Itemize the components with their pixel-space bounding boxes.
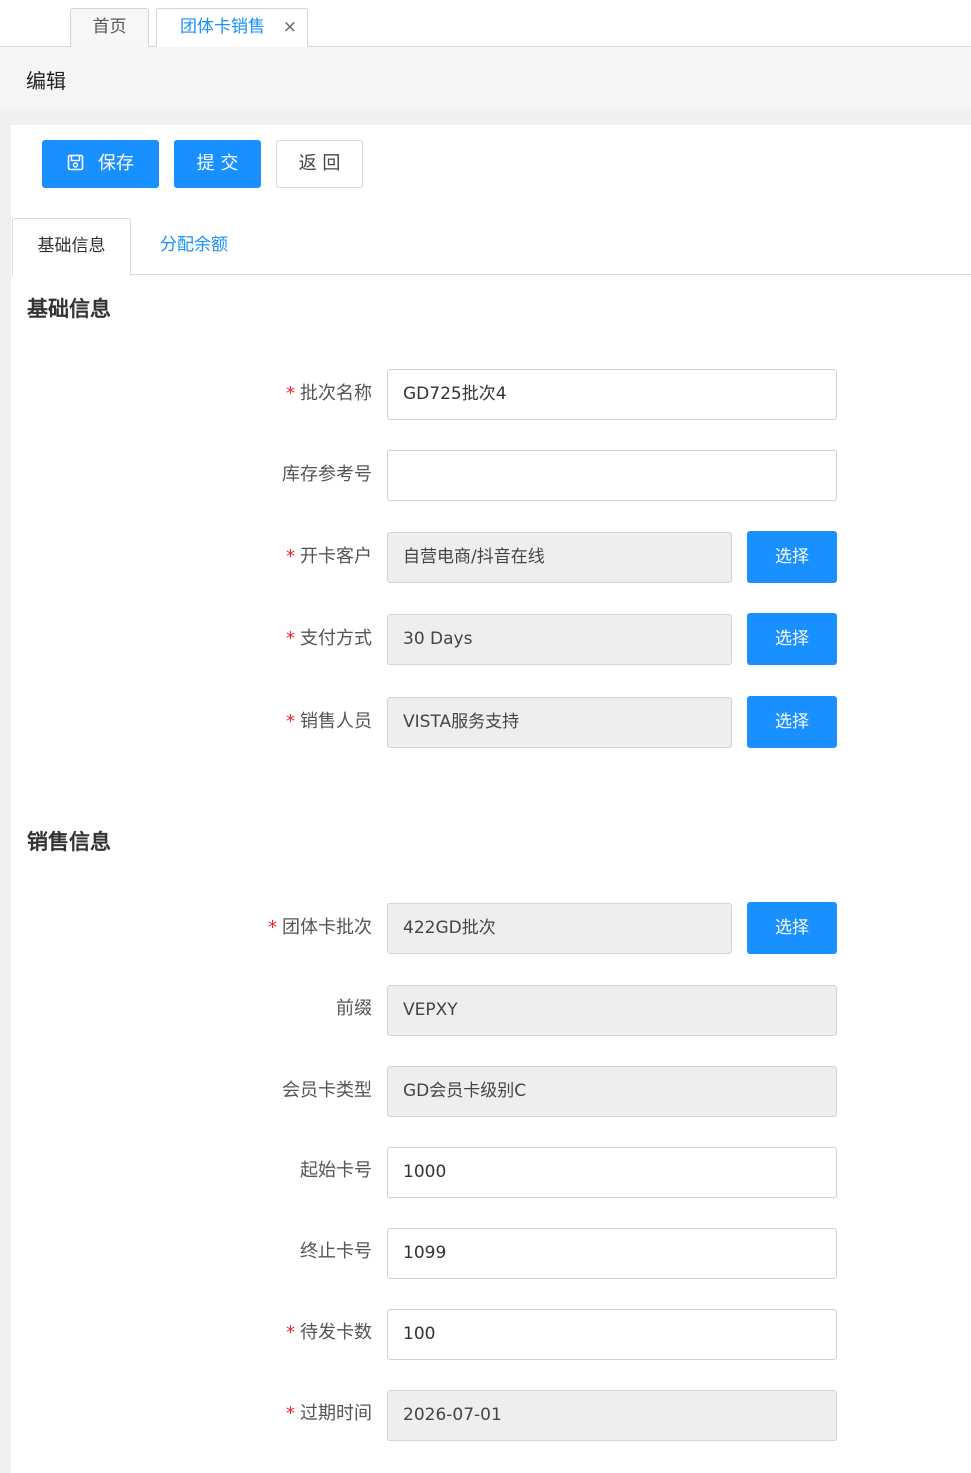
required-mark: * [286, 711, 295, 732]
customer-input: 自营电商/抖音在线 [387, 532, 732, 583]
required-mark: * [286, 383, 295, 404]
pending-count-input[interactable]: 100 [387, 1309, 837, 1360]
salesperson-label: * 销售人员 [286, 711, 372, 732]
header-divider [0, 109, 971, 125]
left-gutter [0, 125, 11, 1473]
submit-button-label: 提 交 [196, 153, 239, 174]
expiry-input: 2026-07-01 [387, 1390, 837, 1441]
end-no-label: 终止卡号 [300, 1241, 372, 1262]
card-type-label: 会员卡类型 [282, 1080, 372, 1101]
back-button[interactable]: 返 回 [276, 140, 363, 188]
card-type-input: GD会员卡级别C [387, 1066, 837, 1117]
tab-home[interactable]: 首页 [70, 8, 149, 47]
tab-group-card-sales[interactable]: 团体卡销售 × [156, 8, 308, 48]
end-no-input[interactable]: 1099 [387, 1228, 837, 1279]
page-header: 编辑 [0, 47, 971, 109]
payment-label: * 支付方式 [286, 628, 372, 649]
save-button[interactable]: 保存 [42, 140, 159, 188]
pending-count-label: * 待发卡数 [286, 1322, 372, 1343]
select-salesperson-button[interactable]: 选择 [747, 696, 837, 748]
page: 首页 团体卡销售 × 编辑 保存 提 交 返 回 基础信息 分配余额 基础信息 … [0, 0, 971, 1473]
batch-name-input[interactable]: GD725批次4 [387, 369, 837, 420]
save-icon [67, 154, 84, 170]
select-customer-button[interactable]: 选择 [747, 531, 837, 583]
inner-tabs: 基础信息 分配余额 [12, 218, 971, 276]
back-button-label: 返 回 [298, 153, 341, 174]
tab-home-label: 首页 [92, 17, 127, 37]
expiry-label: * 过期时间 [286, 1403, 372, 1424]
tab-strip: 首页 团体卡销售 × [0, 0, 971, 48]
required-mark: * [286, 1322, 295, 1343]
group-batch-input: 422GD批次 [387, 903, 732, 954]
batch-name-label: * 批次名称 [286, 383, 372, 404]
group-batch-label: * 团体卡批次 [268, 917, 372, 938]
close-icon[interactable]: × [283, 9, 297, 46]
start-no-label: 起始卡号 [300, 1160, 372, 1181]
select-group-batch-button[interactable]: 选择 [747, 902, 837, 954]
required-mark: * [268, 917, 277, 938]
tab-group-card-sales-label: 团体卡销售 [180, 17, 265, 37]
prefix-input: VEPXY [387, 985, 837, 1036]
tab-basic-info[interactable]: 基础信息 [12, 218, 131, 276]
submit-button[interactable]: 提 交 [174, 140, 261, 188]
required-mark: * [286, 546, 295, 567]
select-payment-button[interactable]: 选择 [747, 613, 837, 665]
stock-ref-input[interactable] [387, 450, 837, 501]
page-title: 编辑 [26, 69, 66, 93]
section-title-sales: 销售信息 [27, 830, 111, 854]
required-mark: * [286, 1403, 295, 1424]
stock-ref-label: 库存参考号 [282, 464, 372, 485]
salesperson-input: VISTA服务支持 [387, 697, 732, 748]
prefix-label: 前缀 [336, 998, 372, 1019]
customer-label: * 开卡客户 [286, 546, 372, 567]
section-title-basic: 基础信息 [27, 297, 111, 321]
tab-allocate-balance[interactable]: 分配余额 [156, 218, 232, 275]
start-no-input[interactable]: 1000 [387, 1147, 837, 1198]
payment-input: 30 Days [387, 614, 732, 665]
save-button-label: 保存 [98, 153, 134, 174]
required-mark: * [286, 628, 295, 649]
